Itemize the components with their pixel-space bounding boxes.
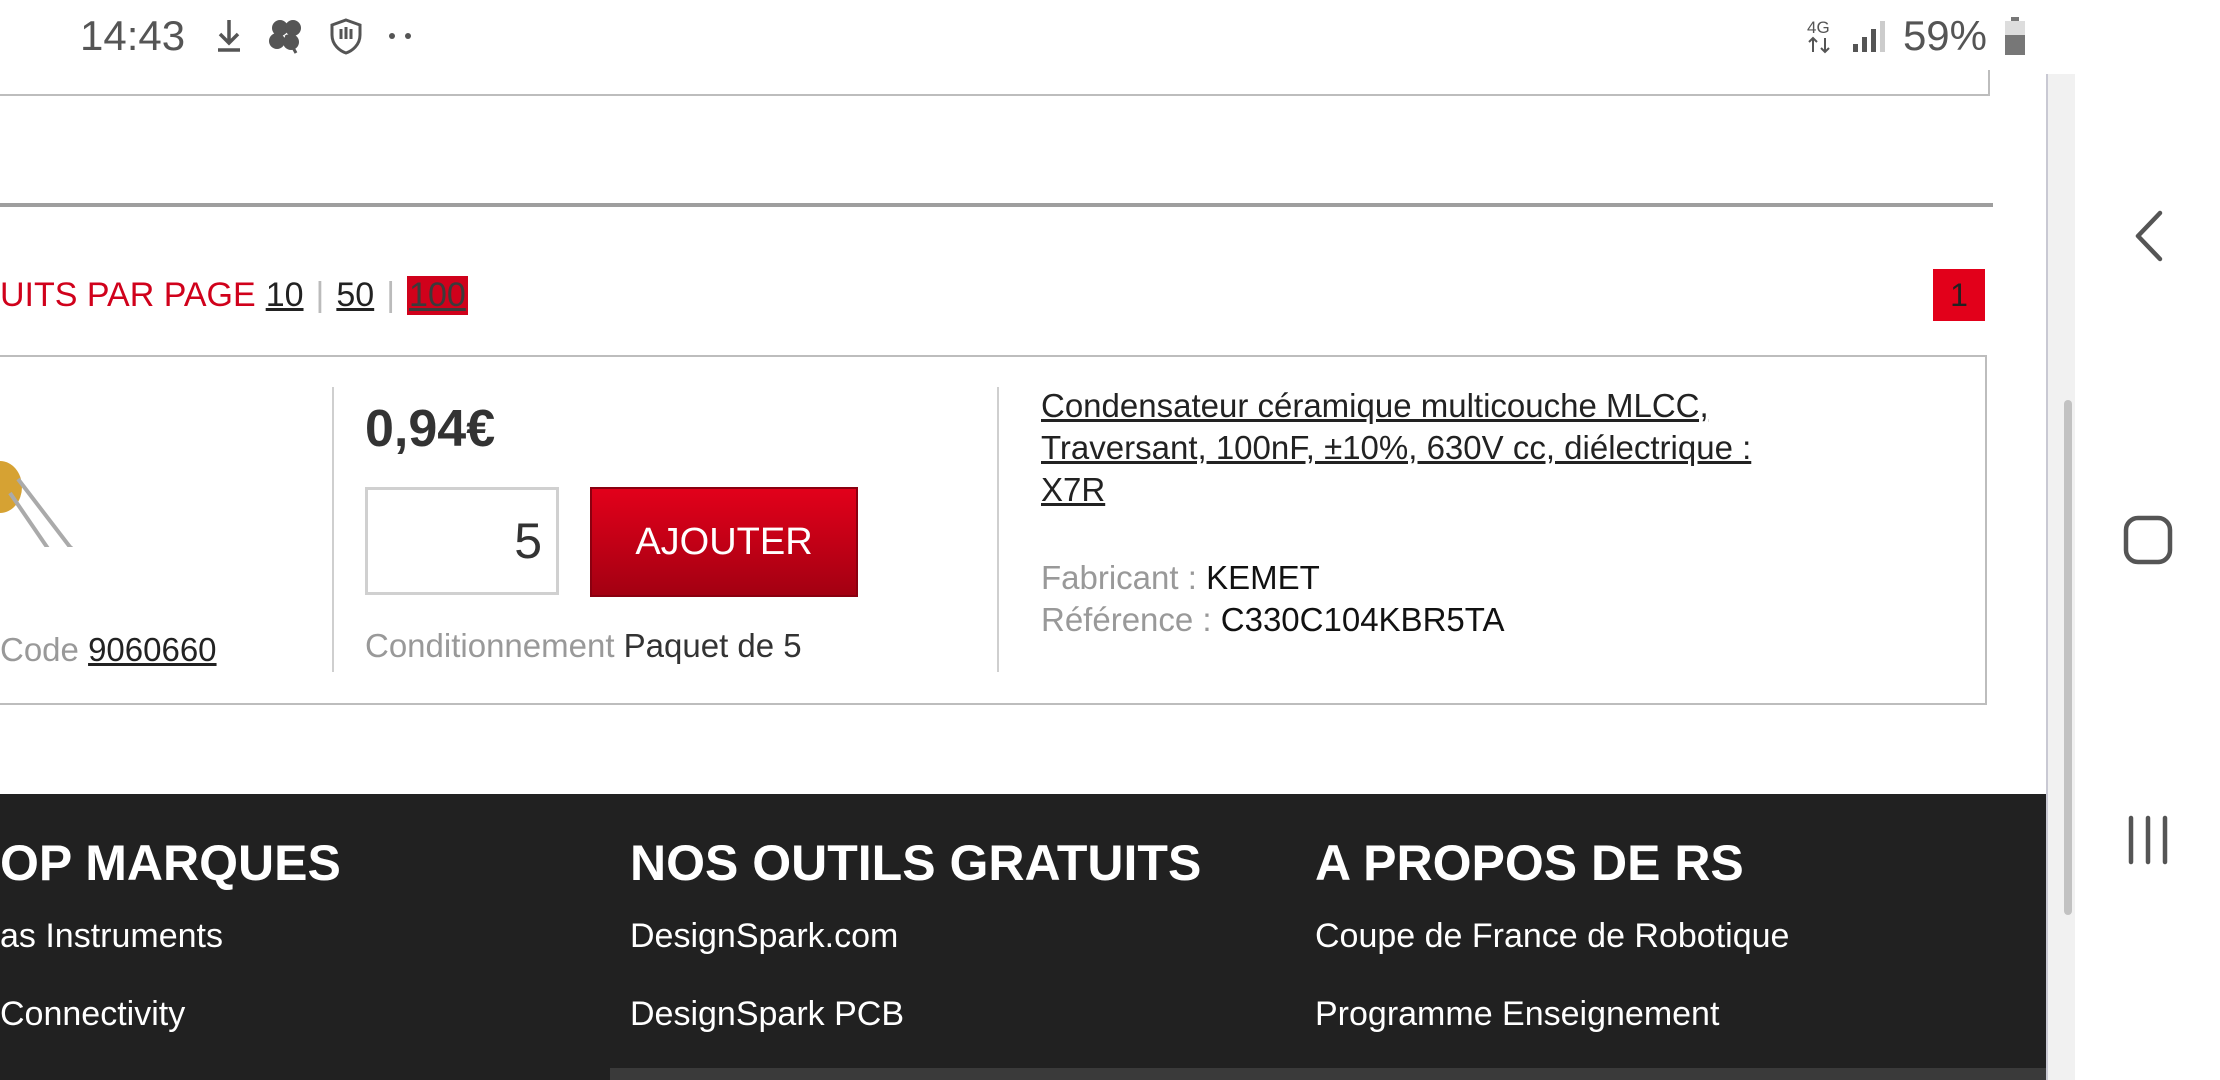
product-code: Code 9060660 (0, 631, 217, 669)
home-button[interactable] (2075, 490, 2220, 590)
footer-title-tools: NOS OUTILS GRATUITS (630, 835, 1202, 891)
more-dots-icon (389, 33, 411, 39)
packaging: Conditionnement Paquet de 5 (365, 627, 802, 665)
footer-link[interactable]: Coupe de France de Robotique (1315, 917, 1789, 956)
quantity-input[interactable] (365, 487, 559, 595)
footer-link[interactable]: Programme Enseignement (1315, 995, 1719, 1034)
product-description-link[interactable]: Condensateur céramique multicouche MLCC,… (1041, 385, 1841, 511)
code-link[interactable]: 9060660 (88, 631, 216, 668)
status-time: 14:43 (80, 12, 186, 59)
manufacturer-label: Fabricant : (1041, 559, 1197, 596)
footer-link[interactable]: DesignSpark PCB (630, 995, 904, 1034)
product-price: 0,94€ (365, 400, 496, 458)
add-to-cart-button[interactable]: AJOUTER (590, 487, 858, 597)
pack-label: Conditionnement (365, 627, 615, 664)
download-icon (218, 20, 240, 52)
current-page-button[interactable]: 1 (1933, 269, 1985, 321)
status-right: 4G 59% (1805, 12, 2027, 60)
section-divider (0, 203, 1993, 207)
signal-icon (1852, 21, 1885, 52)
footer-title-brands: OP MARQUES (0, 835, 341, 891)
back-icon (2135, 210, 2162, 262)
recent-apps-button[interactable] (2075, 790, 2220, 890)
battery-icon (2005, 17, 2025, 55)
shield-hand-icon (330, 18, 362, 55)
per-page-100[interactable]: 100 (407, 276, 468, 315)
clover-icon (269, 20, 301, 54)
manufacturer-value: KEMET (1206, 559, 1320, 596)
desc-line: Condensateur céramique multicouche MLCC, (1041, 387, 1709, 424)
desc-line: Traversant, 100nF, ±10%, 630V cc, diélec… (1041, 429, 1752, 466)
footer-link[interactable]: as Instruments (0, 917, 223, 956)
manufacturer-row: Fabricant : KEMET (1041, 557, 1504, 599)
top-box-border (0, 94, 1990, 96)
network-4g-icon: 4G (1807, 18, 1830, 54)
product-meta: Fabricant : KEMET Référence : C330C104KB… (1041, 557, 1504, 641)
scrollbar-thumb[interactable] (2064, 400, 2072, 915)
per-page-10[interactable]: 10 (266, 276, 304, 315)
reference-label: Référence : (1041, 601, 1212, 638)
separator: | (315, 276, 325, 314)
column-divider (997, 387, 999, 672)
recent-apps-icon (2128, 815, 2167, 865)
svg-text:4G: 4G (1807, 18, 1830, 37)
system-navigation-bar (2075, 0, 2220, 1080)
battery-percent: 59% (1902, 12, 1987, 59)
separator: | (386, 276, 396, 314)
footer-link[interactable]: Connectivity (0, 995, 185, 1034)
products-per-page: UITS PAR PAGE 10 | 50 | 100 (0, 276, 468, 315)
site-footer: OP MARQUES as Instruments Connectivity N… (0, 794, 2048, 1080)
footer-bar (610, 1068, 2048, 1080)
top-box-border-right (1988, 70, 1990, 96)
reference-value: C330C104KBR5TA (1220, 601, 1505, 638)
page-scrollbar[interactable] (2046, 74, 2077, 1080)
column-divider (332, 387, 334, 672)
status-bar: 14:43 4G 59% (0, 0, 2075, 74)
footer-title-about: A PROPOS DE RS (1315, 835, 1744, 891)
status-notification-icons (214, 16, 416, 56)
back-button[interactable] (2075, 186, 2220, 286)
reference-row: Référence : C330C104KBR5TA (1041, 599, 1504, 641)
desc-line: X7R (1041, 471, 1106, 508)
code-label: Code (0, 631, 79, 668)
home-icon (2123, 515, 2172, 565)
per-page-50[interactable]: 50 (336, 276, 374, 315)
per-page-label: UITS PAR PAGE (0, 276, 256, 314)
pack-value: Paquet de 5 (623, 627, 802, 664)
footer-link[interactable]: DesignSpark.com (630, 917, 898, 956)
product-card: Code 9060660 0,94€ AJOUTER Conditionneme… (0, 355, 1987, 705)
product-image[interactable] (0, 407, 130, 547)
